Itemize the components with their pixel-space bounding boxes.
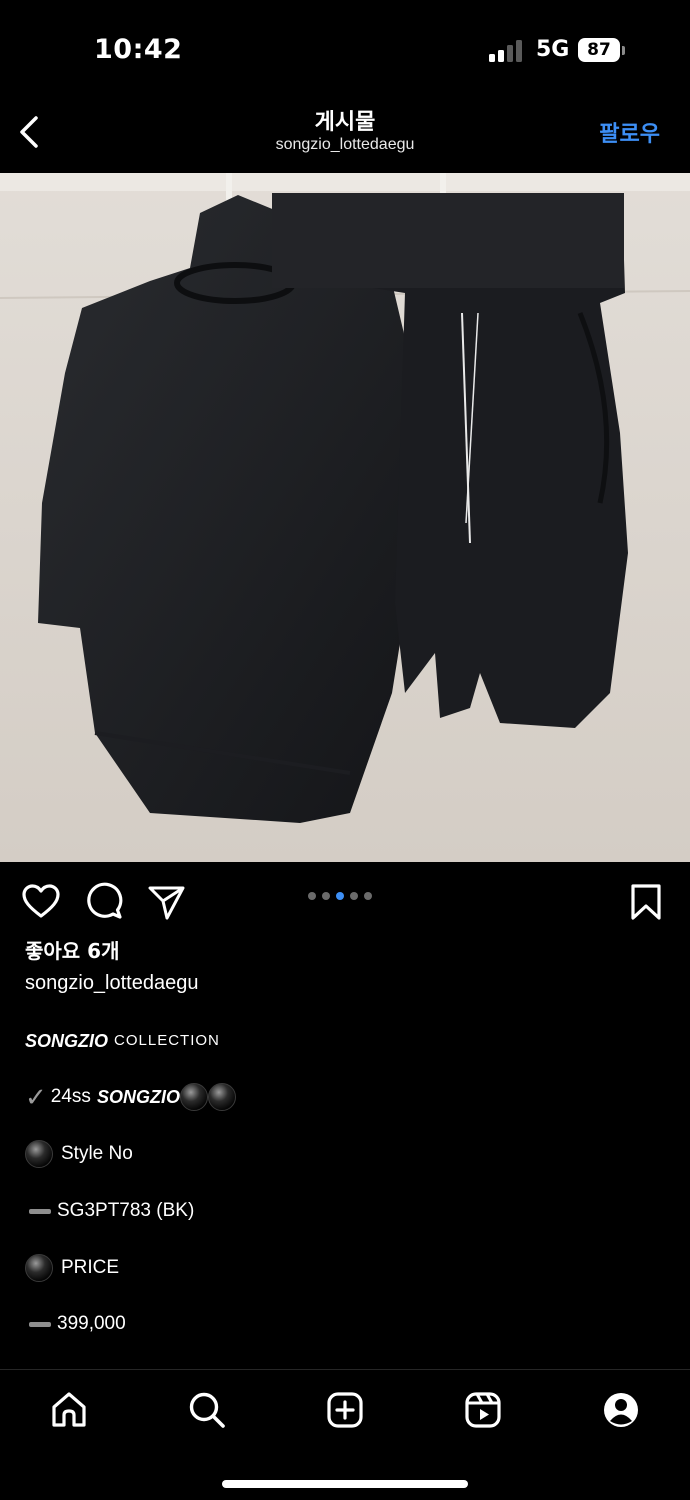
price-value: 399,000: [57, 1313, 126, 1334]
create-icon[interactable]: [325, 1390, 365, 1430]
like-count[interactable]: 좋아요 6개: [25, 935, 665, 967]
post-image[interactable]: [0, 173, 690, 862]
search-icon[interactable]: [187, 1390, 227, 1430]
black-circle-icon: [25, 1254, 53, 1282]
caption-line-collection: SONGZIO COLLECTION: [25, 1024, 220, 1058]
caption-line-style-value: SG3PT783 (BK): [25, 1194, 194, 1228]
post-header: 게시물 songzio_lottedaegu 팔로우: [0, 100, 690, 168]
black-circle-icon: [25, 1140, 53, 1168]
comment-icon[interactable]: [84, 882, 124, 922]
bookmark-icon[interactable]: [626, 882, 666, 922]
product-photo: [0, 173, 690, 862]
caption-line-price-value: 399,000: [25, 1307, 126, 1341]
dash-icon: [29, 1208, 51, 1214]
page-title: 게시물: [314, 110, 376, 135]
status-bar: 10:42 5G 87: [0, 0, 690, 100]
season-label: 24ss: [50, 1086, 91, 1107]
caption-line-price: PRICE: [25, 1251, 119, 1285]
black-circle-icon: [207, 1083, 236, 1111]
battery-icon: 87: [578, 38, 620, 62]
share-icon[interactable]: [147, 882, 187, 922]
dash-icon: [29, 1321, 51, 1327]
carousel-dot: [350, 892, 358, 900]
header-username[interactable]: songzio_lottedaegu: [0, 136, 690, 154]
style-label: Style No: [61, 1143, 133, 1164]
carousel-dot: [308, 892, 316, 900]
caption-username[interactable]: songzio_lottedaegu: [25, 967, 665, 999]
home-icon[interactable]: [49, 1390, 89, 1430]
check-mark-icon: ✓: [25, 1082, 47, 1112]
caption-line-style: Style No: [25, 1137, 133, 1171]
carousel-dot: [364, 892, 372, 900]
profile-icon[interactable]: [601, 1390, 641, 1430]
heart-icon[interactable]: [21, 882, 61, 922]
post-caption: 좋아요 6개 songzio_lottedaegu SONGZIO COLLEC…: [25, 935, 665, 1334]
black-circle-icon: [179, 1083, 208, 1111]
network-type: 5G: [536, 37, 570, 62]
price-label: PRICE: [61, 1257, 120, 1278]
cellular-signal-icon: [489, 40, 525, 62]
carousel-dot: [322, 892, 330, 900]
clock: 10:42: [94, 34, 183, 65]
caption-line-season: ✓ 24ss SONGZIO: [25, 1080, 236, 1114]
follow-button[interactable]: 팔로우: [599, 116, 660, 148]
post-actions: [0, 872, 690, 932]
carousel-dot: [336, 892, 344, 900]
brand-name-2: SONGZIO: [96, 1087, 180, 1107]
battery-tip: [622, 46, 625, 55]
reels-icon[interactable]: [463, 1390, 503, 1430]
home-indicator[interactable]: [222, 1480, 468, 1488]
style-value: SG3PT783 (BK): [57, 1200, 195, 1221]
collection-label: COLLECTION: [114, 1032, 220, 1049]
carousel-indicator: [308, 892, 372, 900]
brand-name: SONGZIO: [25, 1031, 109, 1051]
